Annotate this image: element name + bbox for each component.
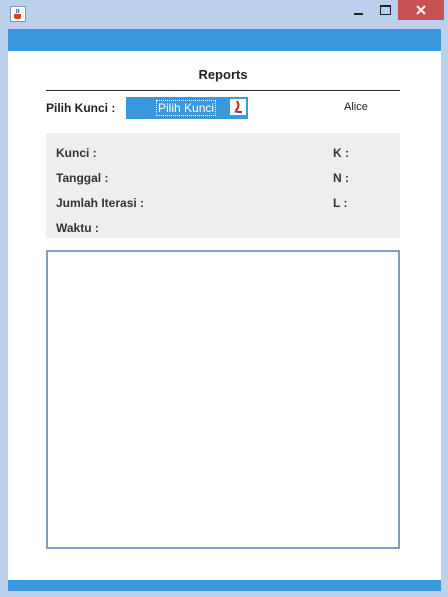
info-panel: Kunci : Tanggal : Jumlah Iterasi : Waktu… xyxy=(46,133,400,238)
close-button[interactable] xyxy=(398,0,444,20)
header-band xyxy=(8,29,441,51)
jumlah-iterasi-label: Jumlah Iterasi : xyxy=(56,196,145,210)
reports-frame: Reports Pilih Kunci : Pilih Kunci Alice … xyxy=(8,29,441,591)
user-name: Alice xyxy=(344,101,368,113)
java-dropdown-icon[interactable] xyxy=(230,99,246,115)
minimize-button[interactable] xyxy=(345,0,371,20)
java-coffee-icon[interactable] xyxy=(10,6,26,22)
tanggal-label: Tanggal : xyxy=(56,171,109,185)
key-selector-value: Pilih Kunci xyxy=(156,100,217,116)
k-label: K : xyxy=(333,146,349,160)
maximize-icon xyxy=(379,5,391,15)
key-selector-dropdown[interactable]: Pilih Kunci xyxy=(126,97,248,119)
footer-band xyxy=(8,580,441,591)
close-icon xyxy=(416,5,426,15)
page-title: Reports xyxy=(198,67,248,82)
report-text-area[interactable] xyxy=(46,250,400,549)
title-bar[interactable] xyxy=(0,0,448,29)
l-label: L : xyxy=(333,196,348,210)
minimize-icon xyxy=(353,13,363,15)
kunci-label: Kunci : xyxy=(56,146,97,160)
n-label: N : xyxy=(333,171,349,185)
waktu-label: Waktu : xyxy=(56,221,99,235)
title-divider xyxy=(46,90,400,91)
key-selector-label: Pilih Kunci : xyxy=(46,101,116,115)
maximize-button[interactable] xyxy=(372,0,398,20)
